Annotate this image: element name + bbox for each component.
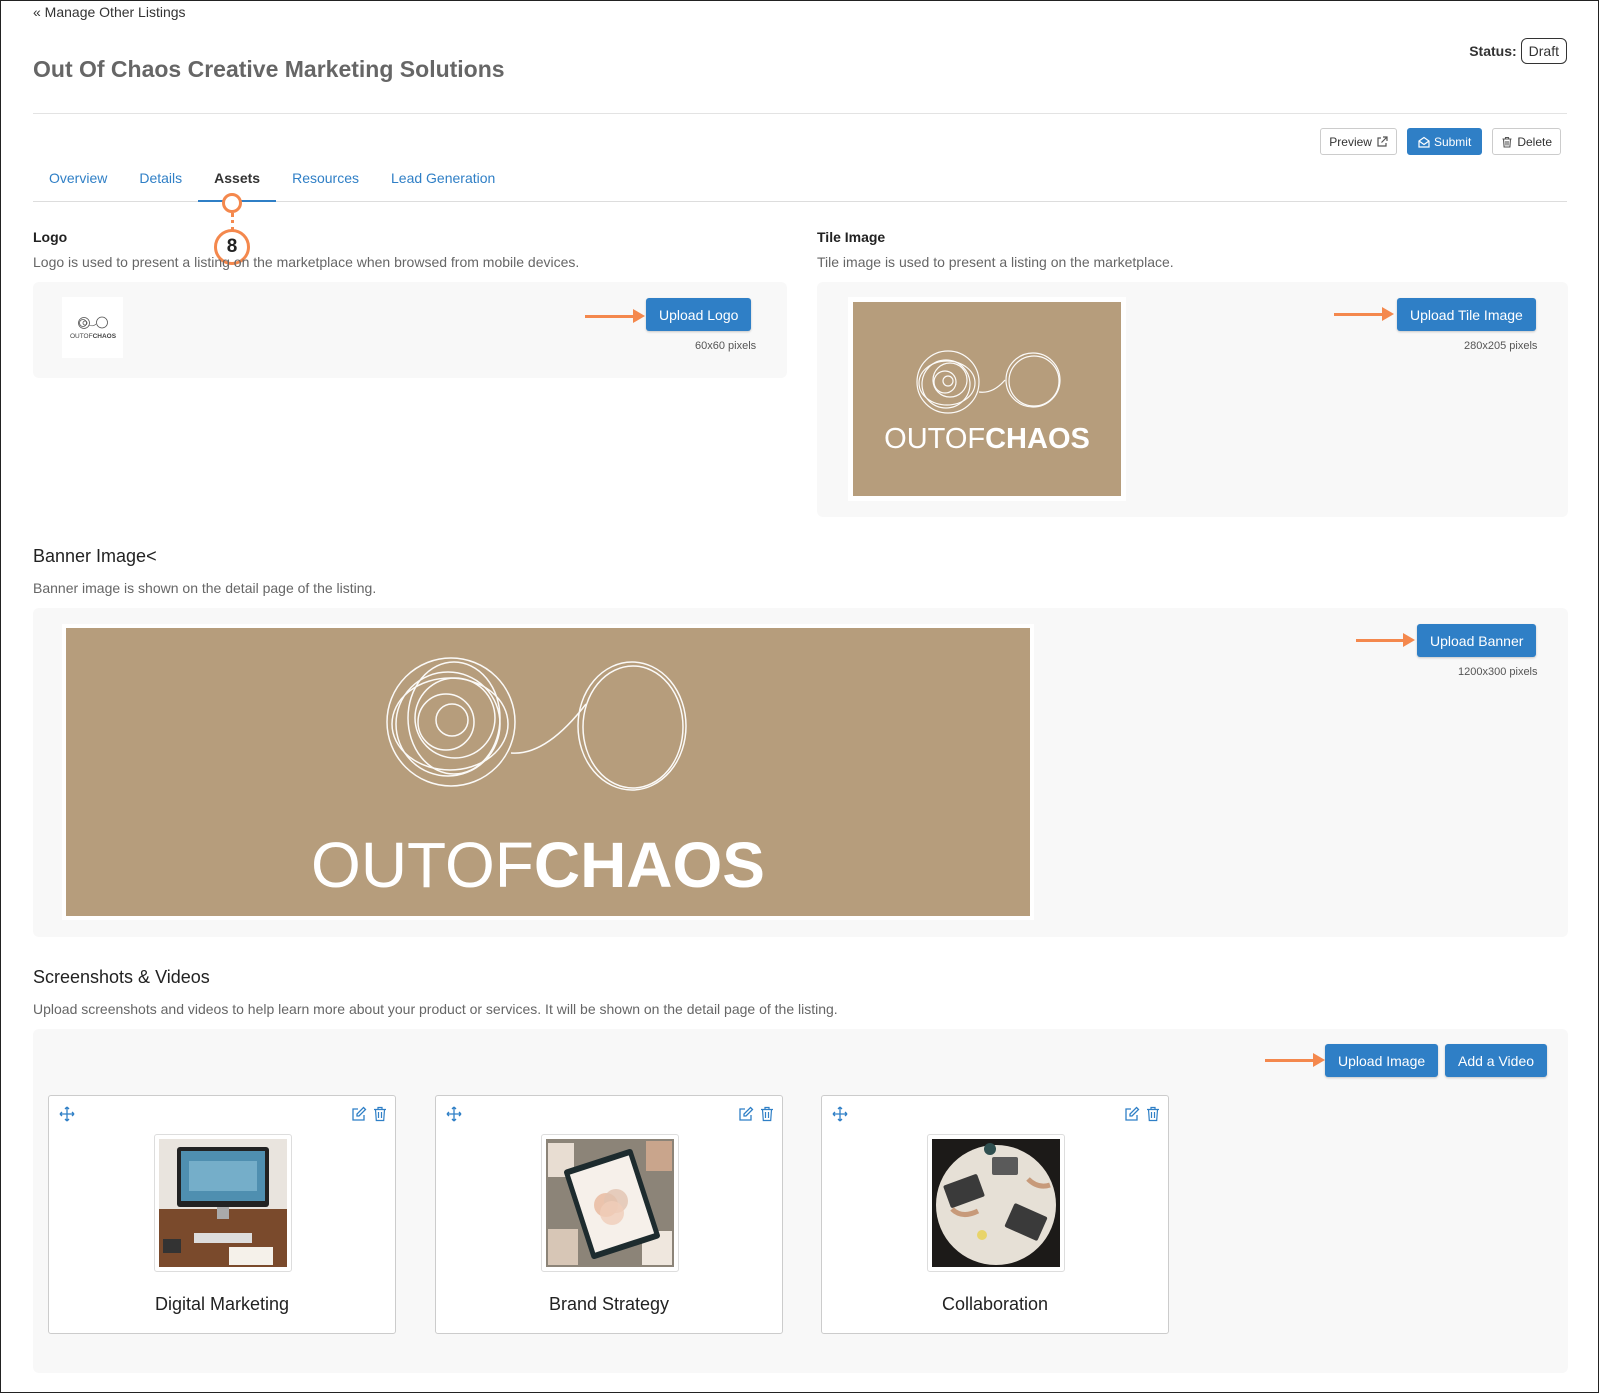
banner-image-preview: OUTOFCHAOS	[62, 624, 1034, 920]
trash-icon[interactable]	[760, 1106, 774, 1122]
media-thumbnail	[927, 1134, 1065, 1272]
logo-brand-bold: CHAOS	[92, 333, 116, 340]
media-card: Brand Strategy	[435, 1095, 783, 1334]
tile-brand-light: OUTOF	[884, 423, 985, 455]
clipboard-moodboard-photo	[546, 1139, 674, 1267]
status-label: Status:	[1469, 43, 1517, 59]
submit-label: Submit	[1433, 134, 1472, 149]
header-divider	[33, 113, 1567, 114]
tile-brand-art: OUTOFCHAOS	[884, 350, 1090, 455]
add-video-button[interactable]: Add a Video	[1445, 1044, 1548, 1077]
annotation-arrow	[585, 309, 645, 323]
svg-text:OUTOFCHAOS: OUTOFCHAOS	[69, 333, 116, 340]
trash-icon[interactable]	[1146, 1106, 1160, 1122]
submit-button[interactable]: Submit	[1406, 128, 1483, 155]
delete-button[interactable]: Delete	[1492, 128, 1561, 155]
logo-preview: OUTOFCHAOS	[62, 297, 123, 358]
logo-label: Logo	[33, 229, 68, 245]
tab-resources[interactable]: Resources	[276, 163, 375, 202]
screenshots-videos-description: Upload screenshots and videos to help le…	[33, 1001, 838, 1017]
edit-icon[interactable]	[1124, 1106, 1140, 1122]
desk-computer-photo	[159, 1139, 287, 1267]
logo-description: Logo is used to present a listing on the…	[33, 254, 580, 270]
upload-tile-image-button[interactable]: Upload Tile Image	[1397, 298, 1536, 331]
svg-text:OUTOFCHAOS: OUTOFCHAOS	[884, 423, 1090, 455]
upload-logo-button[interactable]: Upload Logo	[646, 298, 752, 331]
listing-actions: Preview Submit Delete	[1320, 128, 1561, 155]
annotation-arrow	[1356, 633, 1415, 647]
media-thumbnail	[541, 1134, 679, 1272]
tile-image-label: Tile Image	[817, 229, 886, 245]
callout-ring	[222, 193, 242, 213]
manage-other-listings-link[interactable]: « Manage Other Listings	[33, 4, 186, 20]
banner-brand-art: OUTOFCHAOS	[311, 657, 765, 901]
tile-image-preview: OUTOFCHAOS	[848, 297, 1126, 501]
envelope-open-icon	[1418, 136, 1430, 148]
banner-dimensions: 1200x300 pixels	[1458, 666, 1538, 678]
annotation-arrow	[1334, 307, 1394, 321]
edit-icon[interactable]	[351, 1106, 367, 1122]
move-handle-icon[interactable]	[446, 1106, 462, 1122]
annotation-arrow	[1265, 1053, 1325, 1067]
move-handle-icon[interactable]	[832, 1106, 848, 1122]
edit-icon[interactable]	[738, 1106, 754, 1122]
banner-image-description: Banner image is shown on the detail page…	[33, 580, 377, 596]
delete-label: Delete	[1517, 134, 1552, 149]
tile-brand-bold: CHAOS	[985, 423, 1090, 455]
tab-details[interactable]: Details	[123, 163, 198, 202]
svg-text:OUTOFCHAOS: OUTOFCHAOS	[311, 829, 765, 901]
media-card: Collaboration	[821, 1095, 1169, 1334]
media-card: Digital Marketing	[48, 1095, 396, 1334]
logo-brand-light: OUTOF	[69, 333, 92, 340]
banner-image-heading: Banner Image<	[33, 546, 157, 566]
trash-icon	[1502, 136, 1512, 148]
tab-overview[interactable]: Overview	[33, 163, 123, 202]
preview-button[interactable]: Preview	[1320, 128, 1397, 155]
media-caption: Digital Marketing	[154, 1294, 290, 1314]
team-laptops-photo	[932, 1139, 1060, 1267]
banner-brand-light: OUTOF	[311, 829, 534, 901]
logo-mark: OUTOFCHAOS	[69, 316, 116, 340]
tile-image-description: Tile image is used to present a listing …	[817, 254, 1174, 270]
media-thumbnail	[154, 1134, 292, 1272]
status-badge: Draft	[1520, 38, 1567, 64]
tile-image-dimensions: 280x205 pixels	[1464, 340, 1538, 352]
upload-image-button[interactable]: Upload Image	[1325, 1044, 1439, 1077]
media-caption: Collaboration	[941, 1294, 1049, 1314]
preview-label: Preview	[1329, 134, 1372, 149]
logo-dimensions: 60x60 pixels	[695, 340, 757, 352]
banner-brand-bold: CHAOS	[534, 829, 765, 901]
tab-lead-generation[interactable]: Lead Generation	[375, 163, 511, 202]
external-link-icon	[1377, 135, 1388, 147]
page-title: Out Of Chaos Creative Marketing Solution…	[33, 56, 505, 82]
listing-tabs: Overview Details Assets Resources Lead G…	[33, 163, 1567, 202]
move-handle-icon[interactable]	[59, 1106, 75, 1122]
media-caption: Brand Strategy	[548, 1294, 670, 1314]
trash-icon[interactable]	[373, 1106, 387, 1122]
upload-banner-button[interactable]: Upload Banner	[1417, 624, 1537, 657]
screenshots-videos-heading: Screenshots & Videos	[33, 967, 210, 987]
status-indicator: Status: Draft	[1469, 38, 1567, 64]
